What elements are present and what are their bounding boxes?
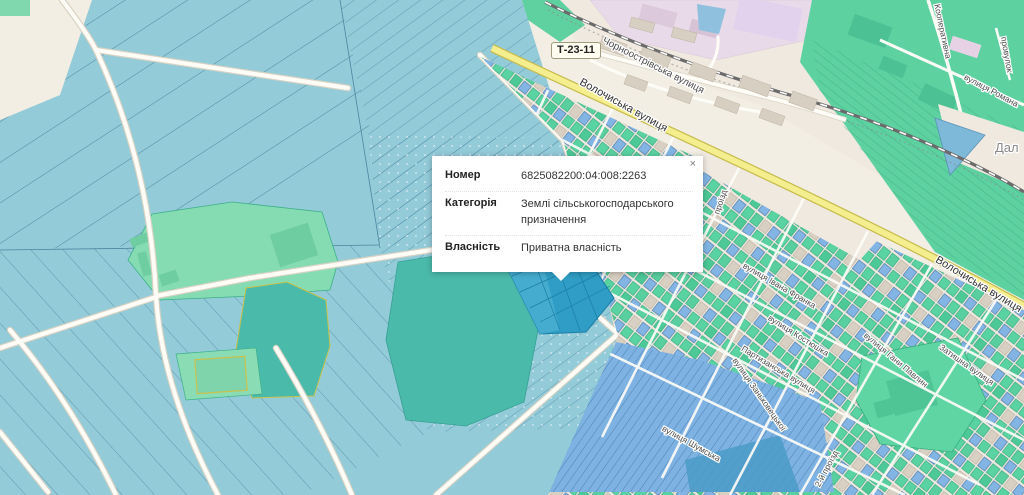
farmstead-parcel bbox=[128, 202, 338, 300]
parcel-ownership-value: Приватна власність bbox=[521, 241, 693, 257]
parcel-info-popup: × Номер 6825082200:04:008:2263 Категорія… bbox=[432, 156, 703, 272]
place-label: Дал bbox=[995, 140, 1019, 155]
popup-row-category: Категорія Землі сільськогосподарського п… bbox=[445, 192, 693, 236]
popup-row-ownership: Власність Приватна власність bbox=[445, 236, 693, 263]
parcel-category-value: Землі сільськогосподарського призначення bbox=[521, 197, 693, 229]
close-icon[interactable]: × bbox=[690, 159, 696, 170]
popup-row-label: Номер bbox=[445, 169, 521, 185]
parcel-number-value: 6825082200:04:008:2263 bbox=[521, 169, 693, 185]
popup-row-label: Категорія bbox=[445, 197, 521, 229]
popup-row-label: Власність bbox=[445, 241, 521, 257]
map-application: Чорноострівська вулиця Волочиська вулиця… bbox=[0, 0, 1024, 495]
green-parcel bbox=[0, 0, 30, 16]
road-ref-badge: Т-23-11 bbox=[551, 42, 601, 59]
popup-row-number: Номер 6825082200:04:008:2263 bbox=[445, 164, 693, 192]
